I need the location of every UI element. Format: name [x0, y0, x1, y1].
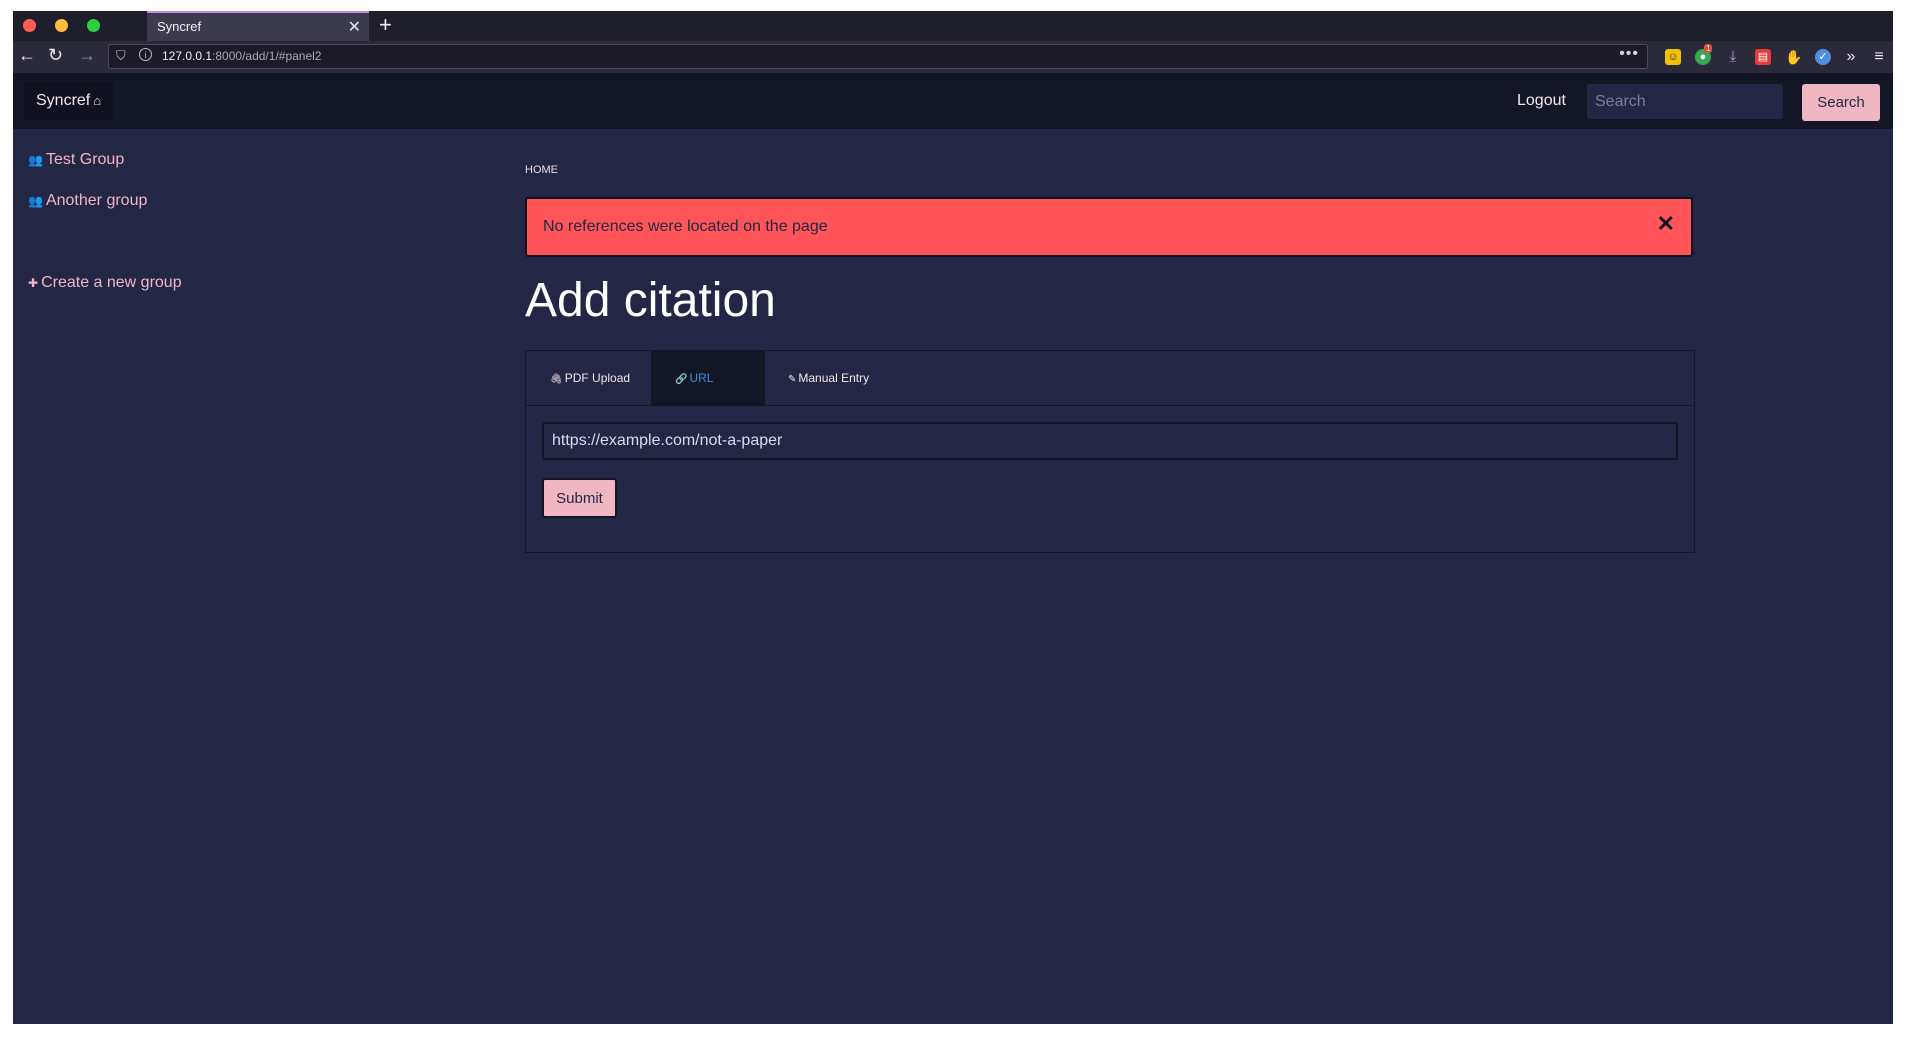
- sidebar-item-label: Another group: [45, 192, 148, 209]
- browser-tab[interactable]: Syncref ✕: [147, 11, 369, 41]
- pencil-icon: ✎: [788, 374, 797, 385]
- sidebar-item-label: Create a new group: [41, 274, 182, 291]
- hamburger-menu-icon[interactable]: ≡: [1871, 49, 1887, 65]
- sidebar-item-label: Test Group: [45, 151, 125, 168]
- tab-pdf-upload[interactable]: 🖇 PDF Upload: [526, 351, 654, 406]
- tab-label: PDF Upload: [564, 371, 631, 385]
- address-bar[interactable]: ⛉ i 127.0.0.1:8000/add/1/#panel2 •••: [108, 44, 1648, 69]
- browser-window: Syncref ✕ + ← ↻ → ⛉ i 127.0.0.1:8000/add…: [13, 11, 1893, 1024]
- emoji-extension-icon[interactable]: ☺: [1665, 49, 1681, 65]
- browser-toolbar: ← ↻ → ⛉ i 127.0.0.1:8000/add/1/#panel2 •…: [13, 41, 1893, 73]
- tab-label: Manual Entry: [798, 371, 870, 385]
- tab-bar: 🖇PDF Upload 🔗URL Entry ✎Manual Entry: [526, 351, 1694, 441]
- link-icon: 🔗: [675, 374, 688, 385]
- url-path: :8000/add/1/#panel2: [212, 49, 322, 63]
- plus-icon: ✚: [28, 276, 39, 290]
- browser-tab-title: Syncref: [157, 19, 202, 34]
- close-icon[interactable]: ✕: [1657, 211, 1675, 237]
- submit-button[interactable]: Submit: [542, 478, 617, 518]
- page-title: Add citation: [525, 274, 776, 327]
- forward-arrow-icon[interactable]: →: [78, 45, 96, 66]
- home-icon: ⌂: [93, 93, 102, 108]
- download-icon[interactable]: ⤓: [1725, 49, 1741, 65]
- extension-badge: 1: [1704, 44, 1713, 53]
- url-input[interactable]: [542, 422, 1678, 460]
- error-alert: No references were located on the page ✕: [525, 197, 1693, 257]
- info-icon[interactable]: i: [139, 48, 152, 61]
- window-minimize-button[interactable]: [55, 19, 68, 32]
- citation-panel: 🖇PDF Upload 🔗URL Entry ✎Manual Entry Sub…: [525, 350, 1695, 553]
- paperclip-icon: 🖇: [550, 374, 563, 385]
- browser-titlebar: Syncref ✕ +: [13, 11, 1893, 41]
- url-host: 127.0.0.1: [162, 49, 213, 63]
- red-extension-icon[interactable]: ▤: [1755, 49, 1771, 65]
- back-arrow-icon[interactable]: ←: [18, 45, 36, 66]
- sidebar-item-create-group[interactable]: ✚ Create a new group: [28, 274, 182, 292]
- url-text[interactable]: 127.0.0.1:8000/add/1/#panel2: [162, 49, 321, 63]
- shield-icon[interactable]: ⛉: [116, 48, 126, 64]
- logout-link[interactable]: Logout: [1517, 92, 1566, 110]
- new-tab-icon[interactable]: +: [379, 12, 392, 38]
- sidebar-item-test-group[interactable]: 👥 Test Group: [28, 151, 124, 169]
- brand-text: Syncref: [36, 92, 91, 109]
- overflow-chevrons-icon[interactable]: »: [1843, 49, 1859, 65]
- brand-link[interactable]: Syncref ⌂: [24, 82, 114, 120]
- breadcrumb[interactable]: HOME: [525, 164, 558, 176]
- tab-close-icon[interactable]: ✕: [348, 17, 361, 37]
- users-icon: 👥: [28, 153, 43, 167]
- tab-manual-entry[interactable]: ✎ Manual Entry: [764, 351, 893, 406]
- search-button[interactable]: Search: [1802, 84, 1880, 121]
- reload-icon[interactable]: ↻: [48, 45, 63, 66]
- hand-extension-icon[interactable]: ✋: [1785, 49, 1802, 65]
- search-input[interactable]: [1587, 84, 1783, 119]
- window-maximize-button[interactable]: [87, 19, 100, 32]
- window-close-button[interactable]: [23, 19, 36, 32]
- blue-extension-icon[interactable]: ✓: [1815, 49, 1831, 65]
- users-icon: 👥: [28, 194, 43, 208]
- tab-url-entry[interactable]: 🔗URL Entry: [651, 351, 765, 441]
- app-navbar: Syncref ⌂ Logout Search: [13, 73, 1893, 129]
- more-dots-icon[interactable]: •••: [1619, 45, 1639, 63]
- alert-message: No references were located on the page: [543, 218, 828, 235]
- sidebar-item-another-group[interactable]: 👥 Another group: [28, 192, 147, 210]
